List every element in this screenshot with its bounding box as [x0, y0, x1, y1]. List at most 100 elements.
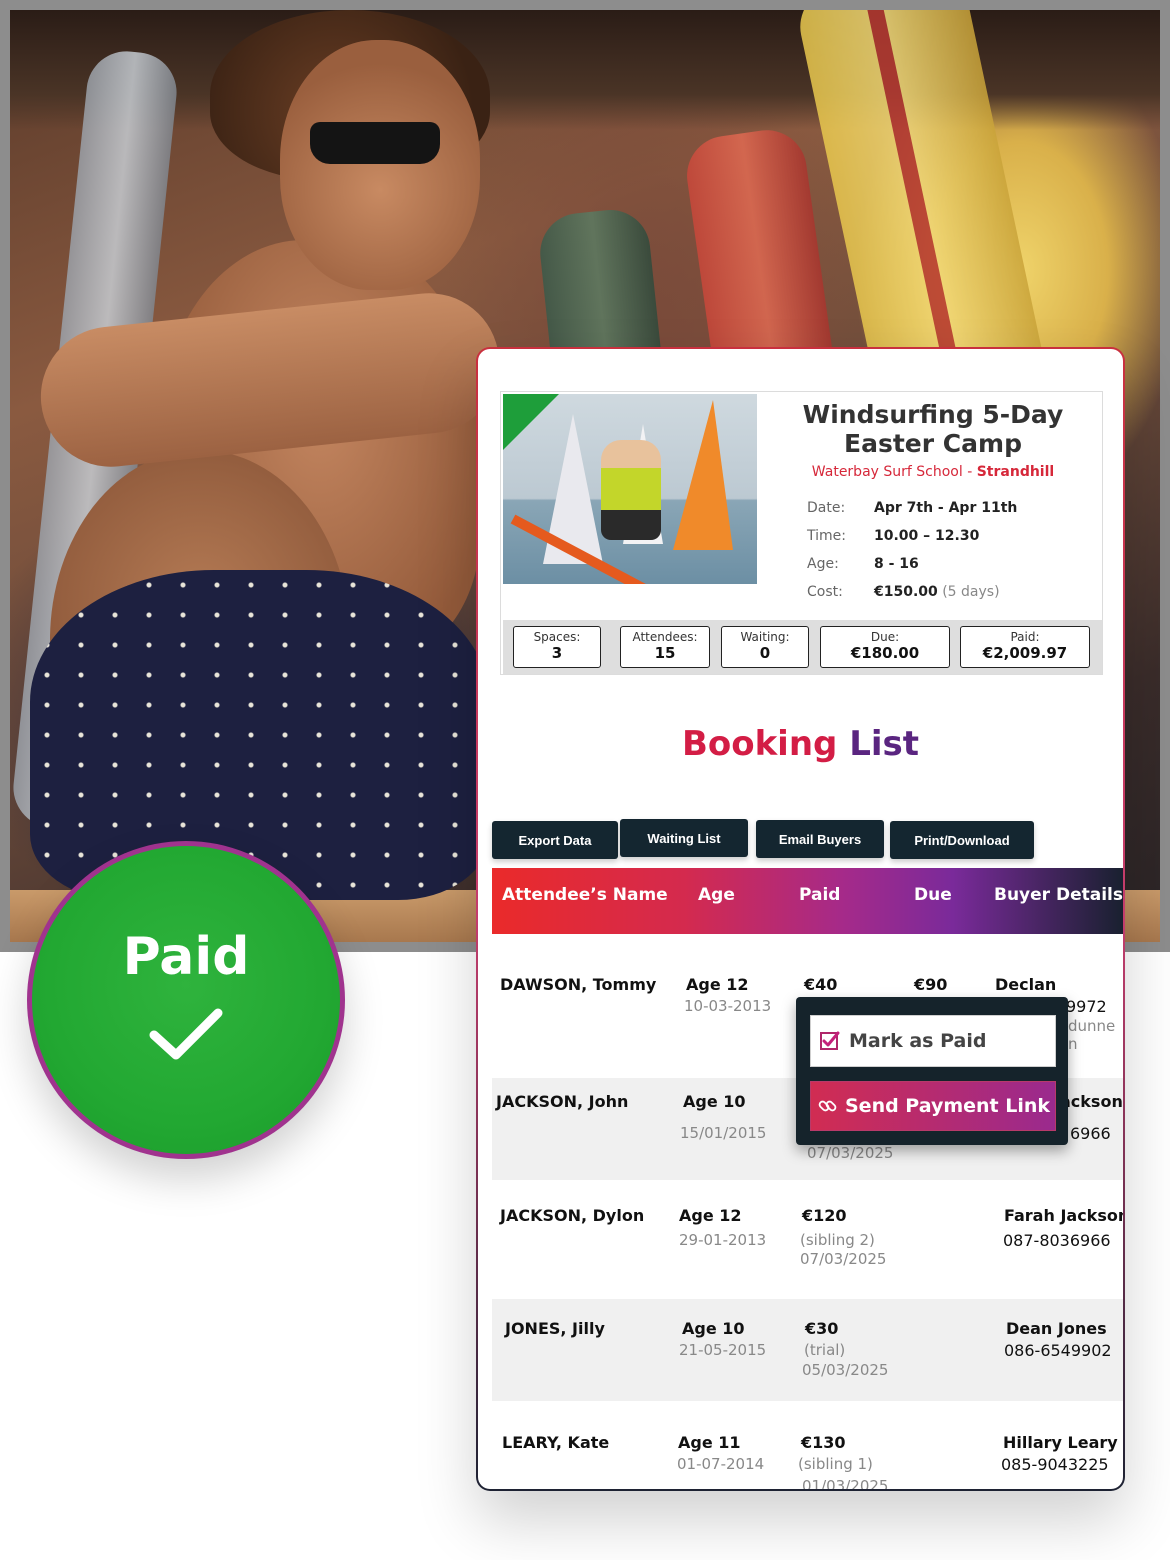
- paid-date: 05/03/2025: [802, 1361, 889, 1379]
- stat-paid: Paid: €2,009.97: [960, 626, 1090, 668]
- buyer-name: ackson: [1060, 1092, 1123, 1111]
- stat-value: 15: [654, 644, 676, 662]
- column-header: Buyer Details: [994, 885, 1123, 905]
- photo-child: [601, 440, 661, 540]
- detail-key: Time:: [807, 528, 846, 544]
- mark-as-paid-option[interactable]: Mark as Paid: [810, 1015, 1056, 1067]
- attendee-name: JACKSON, Dylon: [500, 1206, 645, 1225]
- link-icon: [818, 1100, 837, 1112]
- stat-label: Attendees:: [632, 630, 698, 644]
- attendee-dob: 01-07-2014: [677, 1455, 765, 1473]
- checkbox-checked-icon[interactable]: [819, 1030, 841, 1052]
- attendee-age: Age 11: [678, 1433, 741, 1452]
- stage: Paid Windsurfing 5-Day Easter Camp Water…: [0, 0, 1170, 1560]
- buyer-name: Dean Jones: [1006, 1319, 1107, 1338]
- stat-waiting: Waiting: 0: [721, 626, 809, 668]
- stat-label: Spaces:: [533, 630, 581, 644]
- print-download-button[interactable]: Print/Download: [890, 821, 1034, 859]
- detail-key: Date:: [807, 500, 846, 516]
- buyer-extra: n: [1068, 1035, 1078, 1053]
- stat-value: 0: [759, 644, 771, 662]
- table-header: Attendee’s Name Age Paid Due Buyer Detai…: [492, 868, 1123, 934]
- attendee-dob: 29-01-2013: [679, 1231, 767, 1249]
- paid-amount: €130: [801, 1433, 846, 1452]
- attendee-name: DAWSON, Tommy: [500, 975, 657, 994]
- waiting-list-button[interactable]: Waiting List: [620, 819, 748, 857]
- event-school: Waterbay Surf School - Strandhill: [763, 464, 1103, 480]
- paid-date: 01/03/2025: [802, 1477, 889, 1491]
- column-header: Attendee’s Name: [502, 885, 668, 905]
- detail-key: Age:: [807, 556, 839, 572]
- column-header: Due: [914, 885, 952, 905]
- detail-value: Apr 7th - Apr 11th: [874, 500, 1018, 516]
- buyer-name: Farah Jackson: [1004, 1206, 1125, 1225]
- paid-badge: Paid: [27, 841, 345, 1159]
- corner-flag: [503, 394, 559, 450]
- attendee-dob: 21-05-2015: [679, 1341, 767, 1359]
- stat-value: 3: [551, 644, 563, 662]
- stat-due: Due: €180.00: [820, 626, 950, 668]
- buyer-phone: 087-8036966: [1003, 1231, 1111, 1250]
- event-photo: [503, 394, 757, 584]
- attendee-name: JONES, Jilly: [505, 1319, 605, 1338]
- booking-panel: Windsurfing 5-Day Easter Camp Waterbay S…: [476, 347, 1125, 1491]
- table-row[interactable]: JACKSON, Dylon Age 12 29-01-2013 €120 (s…: [492, 1182, 1125, 1298]
- attendee-age: Age 10: [682, 1319, 745, 1338]
- email-buyers-button[interactable]: Email Buyers: [756, 820, 884, 858]
- booking-list-title: Booking List: [478, 724, 1123, 764]
- table-row[interactable]: JONES, Jilly Age 10 21-05-2015 €30 (tria…: [492, 1299, 1123, 1401]
- attendee-age: Age 12: [679, 1206, 742, 1225]
- checkmark-icon: [149, 1008, 223, 1060]
- event-time: Time: 10.00 – 12.30: [807, 528, 979, 544]
- attendee-age: Age 12: [686, 975, 749, 994]
- attendee-age: Age 10: [683, 1092, 746, 1111]
- buyer-phone: 6966: [1070, 1124, 1111, 1143]
- column-header: Paid: [799, 885, 841, 905]
- export-data-button[interactable]: Export Data: [492, 821, 618, 859]
- detail-value: 8 - 16: [874, 556, 919, 572]
- paid-note: (sibling 2): [800, 1231, 875, 1249]
- event-card: Windsurfing 5-Day Easter Camp Waterbay S…: [500, 391, 1103, 675]
- event-cost: Cost: €150.00 (5 days): [807, 584, 1000, 600]
- due-amount: €90: [914, 975, 948, 994]
- send-payment-link-button[interactable]: Send Payment Link: [810, 1081, 1056, 1131]
- paid-note: (sibling 1): [798, 1455, 873, 1473]
- stat-attendees: Attendees: 15: [620, 626, 710, 668]
- title-word: Booking: [681, 724, 838, 764]
- attendee-name: JACKSON, John: [496, 1092, 629, 1111]
- detail-muted: (5 days): [942, 584, 1000, 600]
- attendee-dob: 15/01/2015: [680, 1124, 767, 1142]
- paid-note: (trial): [804, 1341, 846, 1359]
- person-sunglasses: [310, 122, 440, 164]
- send-payment-link-label: Send Payment Link: [845, 1095, 1051, 1117]
- table-row[interactable]: LEARY, Kate Age 11 01-07-2014 €130 (sibl…: [492, 1403, 1123, 1491]
- stat-label: Waiting:: [740, 630, 790, 644]
- paid-badge-label: Paid: [122, 927, 250, 987]
- stat-spaces: Spaces: 3: [513, 626, 601, 668]
- paid-date: 07/03/2025: [800, 1250, 887, 1268]
- event-title: Windsurfing 5-Day Easter Camp: [802, 400, 1064, 458]
- person-head: [280, 40, 480, 290]
- stat-value: €2,009.97: [982, 644, 1068, 662]
- photo-sail-orange: [673, 400, 733, 550]
- stat-label: Due:: [870, 630, 900, 644]
- event-date: Date: Apr 7th - Apr 11th: [807, 500, 1017, 516]
- stat-label: Paid:: [1010, 630, 1040, 644]
- person-shorts: [30, 570, 490, 900]
- paid-amount: €30: [805, 1319, 839, 1338]
- stats-bar: Spaces: 3 Attendees: 15 Waiting: 0 Due: €180…: [503, 620, 1102, 674]
- detail-key: Cost:: [807, 584, 843, 600]
- buyer-email: dunne: [1068, 1017, 1116, 1035]
- buyer-name: Hillary Leary: [1003, 1433, 1118, 1452]
- paid-badge-inner: Paid: [32, 846, 340, 1154]
- buyer-phone: 085-9043225: [1001, 1455, 1109, 1474]
- column-header: Age: [698, 885, 735, 905]
- school-location: Strandhill: [976, 464, 1055, 480]
- buyer-phone: 086-6549902: [1004, 1341, 1112, 1360]
- mark-as-paid-label: Mark as Paid: [849, 1030, 987, 1052]
- event-age: Age: 8 - 16: [807, 556, 919, 572]
- title-word: List: [849, 724, 920, 764]
- attendee-name: LEARY, Kate: [502, 1433, 610, 1452]
- detail-value: 10.00 – 12.30: [874, 528, 980, 544]
- school-name: Waterbay Surf School -: [811, 464, 977, 480]
